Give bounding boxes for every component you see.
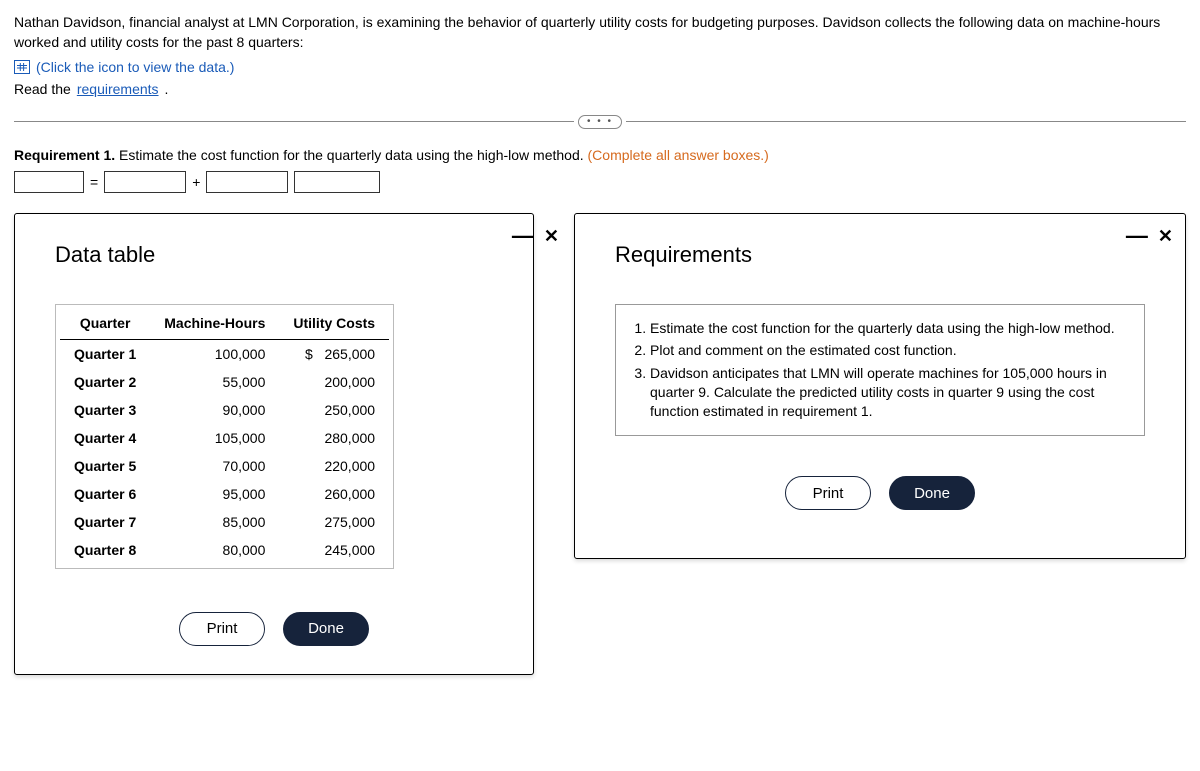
cell-machine-hours: 100,000 (150, 339, 279, 368)
divider-ellipsis-icon[interactable]: • • • (578, 115, 622, 129)
minimize-icon[interactable]: — (512, 231, 534, 241)
equation-input-var2[interactable] (294, 171, 380, 193)
requirement-1-heading: Requirement 1. Estimate the cost functio… (14, 147, 1186, 163)
col-utility-costs: Utility Costs (279, 309, 389, 340)
table-row: Quarter 255,000200,000 (60, 368, 389, 396)
cell-quarter: Quarter 2 (60, 368, 150, 396)
cell-utility-cost: 280,000 (279, 424, 389, 452)
cell-quarter: Quarter 5 (60, 452, 150, 480)
requirements-box: Estimate the cost function for the quart… (615, 304, 1145, 436)
equals-sign: = (90, 174, 98, 190)
cell-machine-hours: 70,000 (150, 452, 279, 480)
table-icon[interactable] (14, 60, 30, 74)
cell-machine-hours: 85,000 (150, 508, 279, 536)
data-table-box: Quarter Machine-Hours Utility Costs Quar… (55, 304, 394, 569)
requirement-item: Estimate the cost function for the quart… (650, 319, 1130, 338)
divider: • • • (14, 115, 1186, 129)
done-button[interactable]: Done (283, 612, 369, 646)
read-requirements-row: Read the requirements. (14, 81, 1186, 97)
equation-input-lhs[interactable] (14, 171, 84, 193)
cell-machine-hours: 80,000 (150, 536, 279, 564)
requirements-link[interactable]: requirements (77, 81, 159, 97)
data-table: Quarter Machine-Hours Utility Costs Quar… (60, 309, 389, 564)
cell-utility-cost: $ 265,000 (279, 339, 389, 368)
cell-utility-cost: 200,000 (279, 368, 389, 396)
cell-quarter: Quarter 4 (60, 424, 150, 452)
done-button[interactable]: Done (889, 476, 975, 510)
table-row: Quarter 1100,000$ 265,000 (60, 339, 389, 368)
cell-machine-hours: 95,000 (150, 480, 279, 508)
table-row: Quarter 390,000250,000 (60, 396, 389, 424)
cell-quarter: Quarter 3 (60, 396, 150, 424)
view-data-link[interactable]: (Click the icon to view the data.) (36, 59, 234, 75)
table-row: Quarter 880,000245,000 (60, 536, 389, 564)
data-panel-title: Data table (55, 242, 493, 268)
print-button[interactable]: Print (785, 476, 871, 510)
table-row: Quarter 785,000275,000 (60, 508, 389, 536)
plus-sign: + (192, 174, 200, 190)
view-data-row: (Click the icon to view the data.) (14, 59, 1186, 75)
cell-utility-cost: 250,000 (279, 396, 389, 424)
cell-utility-cost: 275,000 (279, 508, 389, 536)
table-row: Quarter 695,000260,000 (60, 480, 389, 508)
data-table-panel: — ✕ Data table Quarter Machine-Hours Uti… (14, 213, 534, 675)
close-icon[interactable]: ✕ (1158, 226, 1173, 247)
problem-intro: Nathan Davidson, financial analyst at LM… (14, 12, 1186, 53)
requirement-1-text: Estimate the cost function for the quart… (115, 147, 587, 163)
cell-quarter: Quarter 7 (60, 508, 150, 536)
table-row: Quarter 570,000220,000 (60, 452, 389, 480)
cell-utility-cost: 245,000 (279, 536, 389, 564)
read-prefix: Read the (14, 81, 71, 97)
equation-input-var1[interactable] (206, 171, 288, 193)
requirements-panel: — ✕ Requirements Estimate the cost funct… (574, 213, 1186, 559)
cell-utility-cost: 220,000 (279, 452, 389, 480)
requirement-item: Davidson anticipates that LMN will opera… (650, 364, 1130, 421)
requirements-period: . (165, 81, 169, 97)
col-machine-hours: Machine-Hours (150, 309, 279, 340)
cell-machine-hours: 90,000 (150, 396, 279, 424)
cell-utility-cost: 260,000 (279, 480, 389, 508)
cell-machine-hours: 105,000 (150, 424, 279, 452)
cell-machine-hours: 55,000 (150, 368, 279, 396)
requirement-1-label: Requirement 1. (14, 147, 115, 163)
requirement-item: Plot and comment on the estimated cost f… (650, 341, 1130, 360)
requirements-panel-title: Requirements (615, 242, 1145, 268)
equation-input-fixed[interactable] (104, 171, 186, 193)
close-icon[interactable]: ✕ (544, 226, 559, 247)
minimize-icon[interactable]: — (1126, 231, 1148, 241)
table-row: Quarter 4105,000280,000 (60, 424, 389, 452)
complete-hint: (Complete all answer boxes.) (588, 147, 769, 163)
col-quarter: Quarter (60, 309, 150, 340)
cell-quarter: Quarter 1 (60, 339, 150, 368)
cell-quarter: Quarter 8 (60, 536, 150, 564)
cell-quarter: Quarter 6 (60, 480, 150, 508)
equation-row: = + (14, 171, 1186, 193)
print-button[interactable]: Print (179, 612, 265, 646)
